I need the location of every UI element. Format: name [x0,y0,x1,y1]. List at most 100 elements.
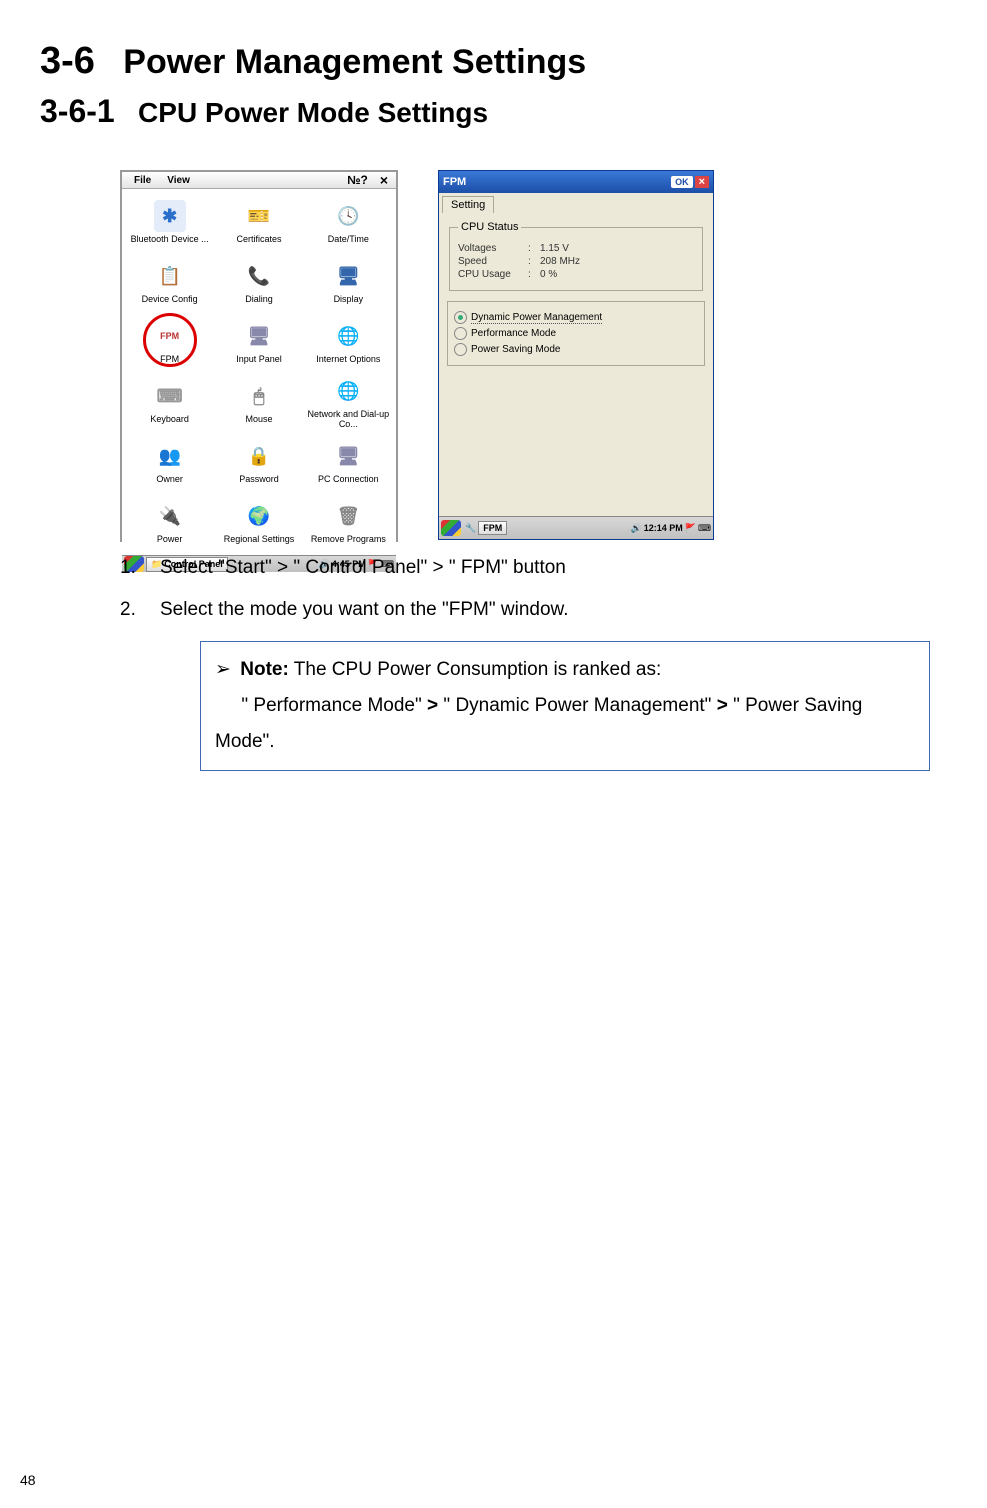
section-number: 3-6 [40,40,95,82]
app-icon: 🌍 [243,500,275,532]
app-icon: ✱ [154,200,186,232]
app-icon: 🖥 [243,320,275,352]
app-icon: 🎫 [243,200,275,232]
cpu-status-group: CPU Status Voltages:1.15 V Speed:208 MHz C… [449,221,703,291]
heading-section-3-6-1: 3-6-1 CPU Power Mode Settings [40,93,927,130]
control-panel-grid: ✱ Bluetooth Device ... 🎫 Certificates 🕓 Date/… [122,189,396,555]
step-2: 2. Select the mode you want on the "FPM"… [120,599,927,621]
subsection-title: CPU Power Mode Settings [138,97,488,128]
radio-dynamic-power-management[interactable]: Dynamic Power Management [454,311,698,324]
app-icon: 🌐 [332,375,364,407]
note-box: ➢ Note: The CPU Power Consumption is ran… [200,641,930,771]
app-icon: 🖥 [332,260,364,292]
fpm-titlebar: FPM OK × [439,171,713,193]
cp-icon-certificates[interactable]: 🎫 Certificates [215,193,302,251]
radio-power-saving-mode[interactable]: Power Saving Mode [454,343,698,356]
fpm-window-screenshot: FPM OK × Setting CPU Status Voltages:1.1… [438,170,714,540]
icon-label: Bluetooth Device ... [131,234,209,244]
help-icon[interactable]: №? [339,173,376,187]
cp-icon-network-and-dial-up-co-[interactable]: 🌐Network and Dial-up Co... [305,373,392,431]
app-icon: ⌨ [154,380,186,412]
cp-icon-power[interactable]: 🔌 Power [126,493,213,551]
app-icon: 🕓 [332,200,364,232]
icon-label: Network and Dial-up Co... [305,409,392,429]
app-icon: 🖥 [332,440,364,472]
icon-label: Device Config [142,294,198,304]
close-icon[interactable]: × [376,172,392,188]
power-mode-radio-group: Dynamic Power Management Performance Mode… [447,301,705,366]
app-icon: 📞 [243,260,275,292]
system-tray: 🔊12:14 PM 🚩⌨ [631,523,711,534]
icon-label: Certificates [236,234,281,244]
cpu-status-legend: CPU Status [458,221,521,233]
menu-view[interactable]: View [159,175,198,186]
app-icon: 👥 [154,440,186,472]
icon-label: Password [239,474,279,484]
page-number: 48 [20,1472,36,1488]
taskbar-button[interactable]: FPM [478,521,507,535]
ok-button[interactable]: OK [671,176,693,188]
cp-icon-input-panel[interactable]: 🖥 Input Panel [215,313,302,371]
status-row: Voltages:1.15 V [458,243,694,254]
cp-icon-regional-settings[interactable]: 🌍 Regional Settings [215,493,302,551]
icon-label: PC Connection [318,474,379,484]
section-title: Power Management Settings [123,43,586,81]
icon-label: Mouse [245,414,272,424]
cp-icon-remove-programs[interactable]: 🗑 Remove Programs [305,493,392,551]
note-label: Note: [240,659,289,680]
icon-label: Keyboard [150,414,189,424]
icon-label: Date/Time [328,234,369,244]
app-icon: 🔌 [154,500,186,532]
icon-label: Regional Settings [224,534,295,544]
cp-icon-password[interactable]: 🔒 Password [215,433,302,491]
fpm-title-text: FPM [443,176,466,188]
cp-icon-pc-connection[interactable]: 🖥 PC Connection [305,433,392,491]
cp-icon-date-time[interactable]: 🕓 Date/Time [305,193,392,251]
radio-performance-mode[interactable]: Performance Mode [454,327,698,340]
radio-button-icon [454,327,467,340]
radio-label: Dynamic Power Management [471,312,602,324]
cp-icon-keyboard[interactable]: ⌨ Keyboard [126,373,213,431]
cp-icon-internet-options[interactable]: 🌐 Internet Options [305,313,392,371]
radio-label: Power Saving Mode [471,344,561,355]
close-icon[interactable]: × [695,176,709,188]
highlight-circle [143,313,197,367]
tab-setting[interactable]: Setting [442,196,494,213]
tray-fpm-icon: 🔧 [463,523,478,534]
cp-icon-dialing[interactable]: 📞 Dialing [215,253,302,311]
app-icon: 🖱 [243,380,275,412]
status-row: CPU Usage:0 % [458,269,694,280]
control-panel-screenshot: File View №? × ✱ Bluetooth Device ... 🎫 Cer… [120,170,398,542]
cp-icon-display[interactable]: 🖥 Display [305,253,392,311]
fpm-body: CPU Status Voltages:1.15 V Speed:208 MHz C… [439,213,713,516]
menubar: File View №? × [122,172,396,189]
icon-label: Power [157,534,183,544]
radio-button-icon [454,311,467,324]
icon-label: Internet Options [316,354,380,364]
cp-icon-bluetooth-device-[interactable]: ✱ Bluetooth Device ... [126,193,213,251]
radio-label: Performance Mode [471,328,556,339]
icon-label: Display [334,294,364,304]
radio-button-icon [454,343,467,356]
start-icon[interactable] [441,520,461,536]
cp-icon-mouse[interactable]: 🖱 Mouse [215,373,302,431]
subsection-number: 3-6-1 [40,93,115,129]
icon-label: Input Panel [236,354,282,364]
bullet-arrow-icon: ➢ [215,652,235,688]
icon-label: Dialing [245,294,273,304]
cp-icon-fpm[interactable]: FPMFPM [126,313,213,371]
cp-icon-owner[interactable]: 👥 Owner [126,433,213,491]
fpm-taskbar: 🔧 FPM 🔊12:14 PM 🚩⌨ [439,516,713,539]
icon-label: Owner [156,474,183,484]
step-1: 1. Select "Start" > " Control Panel" > "… [120,557,927,579]
menu-file[interactable]: File [126,175,159,186]
heading-section-3-6: 3-6 Power Management Settings [40,40,927,83]
cp-icon-device-config[interactable]: 📋 Device Config [126,253,213,311]
app-icon: 🌐 [332,320,364,352]
tab-row: Setting [439,193,713,213]
icon-label: Remove Programs [311,534,386,544]
app-icon: 🔒 [243,440,275,472]
app-icon: 📋 [154,260,186,292]
app-icon: 🗑 [332,500,364,532]
status-row: Speed:208 MHz [458,256,694,267]
